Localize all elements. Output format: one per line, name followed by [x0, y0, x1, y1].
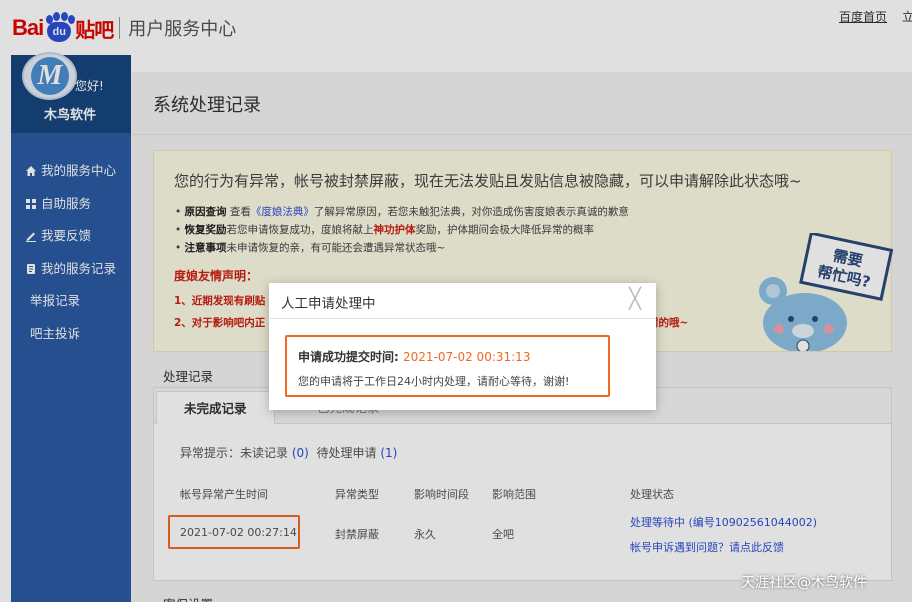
watermark: 天涯社区@木鸟软件: [741, 575, 867, 591]
dialog-divider: [269, 318, 656, 319]
submit-time-row: 申请成功提交时间: 2021-07-02 00:31:13: [298, 348, 530, 365]
submit-time-label: 申请成功提交时间:: [298, 350, 399, 364]
close-icon[interactable]: ╳: [629, 288, 641, 308]
processing-dialog: 人工申请处理中 ╳ 申请成功提交时间: 2021-07-02 00:31:13 …: [269, 283, 656, 410]
dialog-message: 您的申请将于工作日24小时内处理，请耐心等待，谢谢!: [298, 375, 570, 388]
dialog-highlight-box: 申请成功提交时间: 2021-07-02 00:31:13 您的申请将于工作日2…: [285, 335, 610, 397]
dialog-title: 人工申请处理中: [281, 296, 376, 312]
submit-time-value: 2021-07-02 00:31:13: [403, 350, 531, 364]
